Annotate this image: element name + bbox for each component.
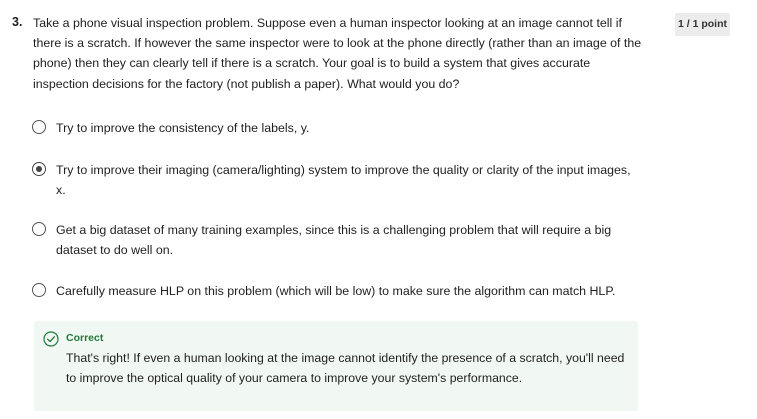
radio-button[interactable] (32, 222, 46, 236)
option-label: Carefully measure HLP on this problem (w… (56, 284, 616, 298)
question-number: 3. (12, 15, 23, 29)
radio-button[interactable] (32, 283, 46, 297)
question-text: Take a phone visual inspection problem. … (33, 16, 642, 91)
check-circle-icon (43, 331, 59, 347)
option-label: Get a big dataset of many training examp… (56, 223, 612, 258)
points-badge: 1 / 1 point (675, 13, 730, 36)
feedback-text: That's right! If even a human looking at… (66, 351, 625, 386)
radio-button-selected[interactable] (32, 162, 46, 176)
radio-button[interactable] (32, 120, 46, 134)
feedback-panel: Correct That's right! If even a human lo… (34, 321, 638, 411)
option-3[interactable]: Carefully measure HLP on this problem (w… (32, 281, 632, 301)
feedback-status: Correct (66, 332, 104, 344)
option-0[interactable]: Try to improve the consistency of the la… (32, 118, 632, 138)
option-2[interactable]: Get a big dataset of many training examp… (32, 220, 632, 260)
option-label: Try to improve the consistency of the la… (56, 121, 310, 135)
option-1[interactable]: Try to improve their imaging (camera/lig… (32, 160, 632, 200)
option-label: Try to improve their imaging (camera/lig… (56, 163, 631, 198)
